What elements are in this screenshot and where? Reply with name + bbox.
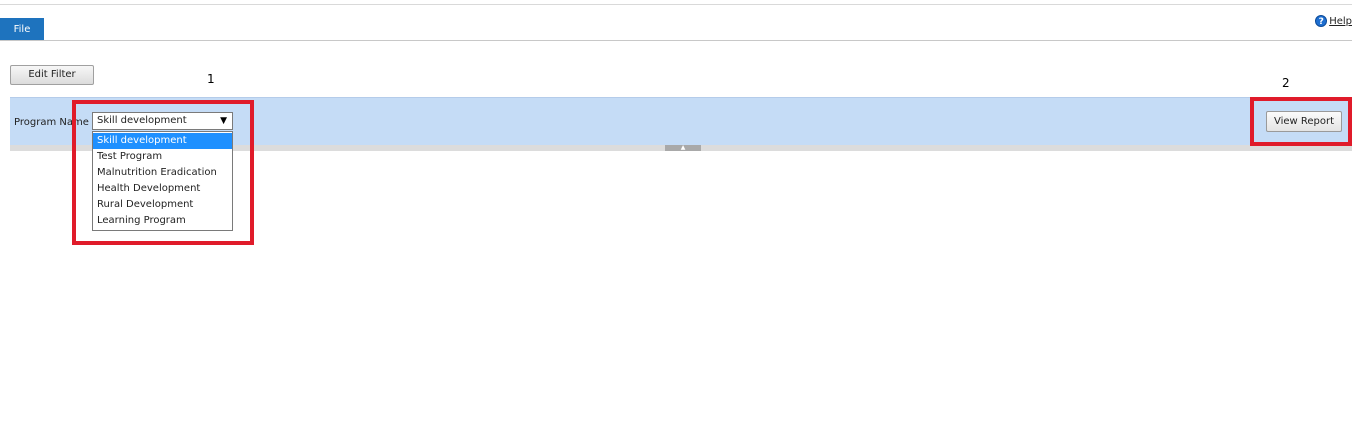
highlight-box-2 [1250,97,1352,146]
edit-filter-button[interactable]: Edit Filter [10,65,94,85]
help-icon: ? [1315,15,1328,27]
file-tab[interactable]: File [0,18,44,41]
help-link[interactable]: ? Help [1315,14,1352,28]
annotation-number-1: 1 [207,72,215,86]
annotation-number-2: 2 [1282,76,1290,90]
help-label: Help [1329,15,1352,27]
highlight-box-1 [72,100,254,245]
top-border [0,4,1352,5]
ribbon-divider [0,40,1352,41]
collapse-handle[interactable]: ▲ [665,145,701,151]
